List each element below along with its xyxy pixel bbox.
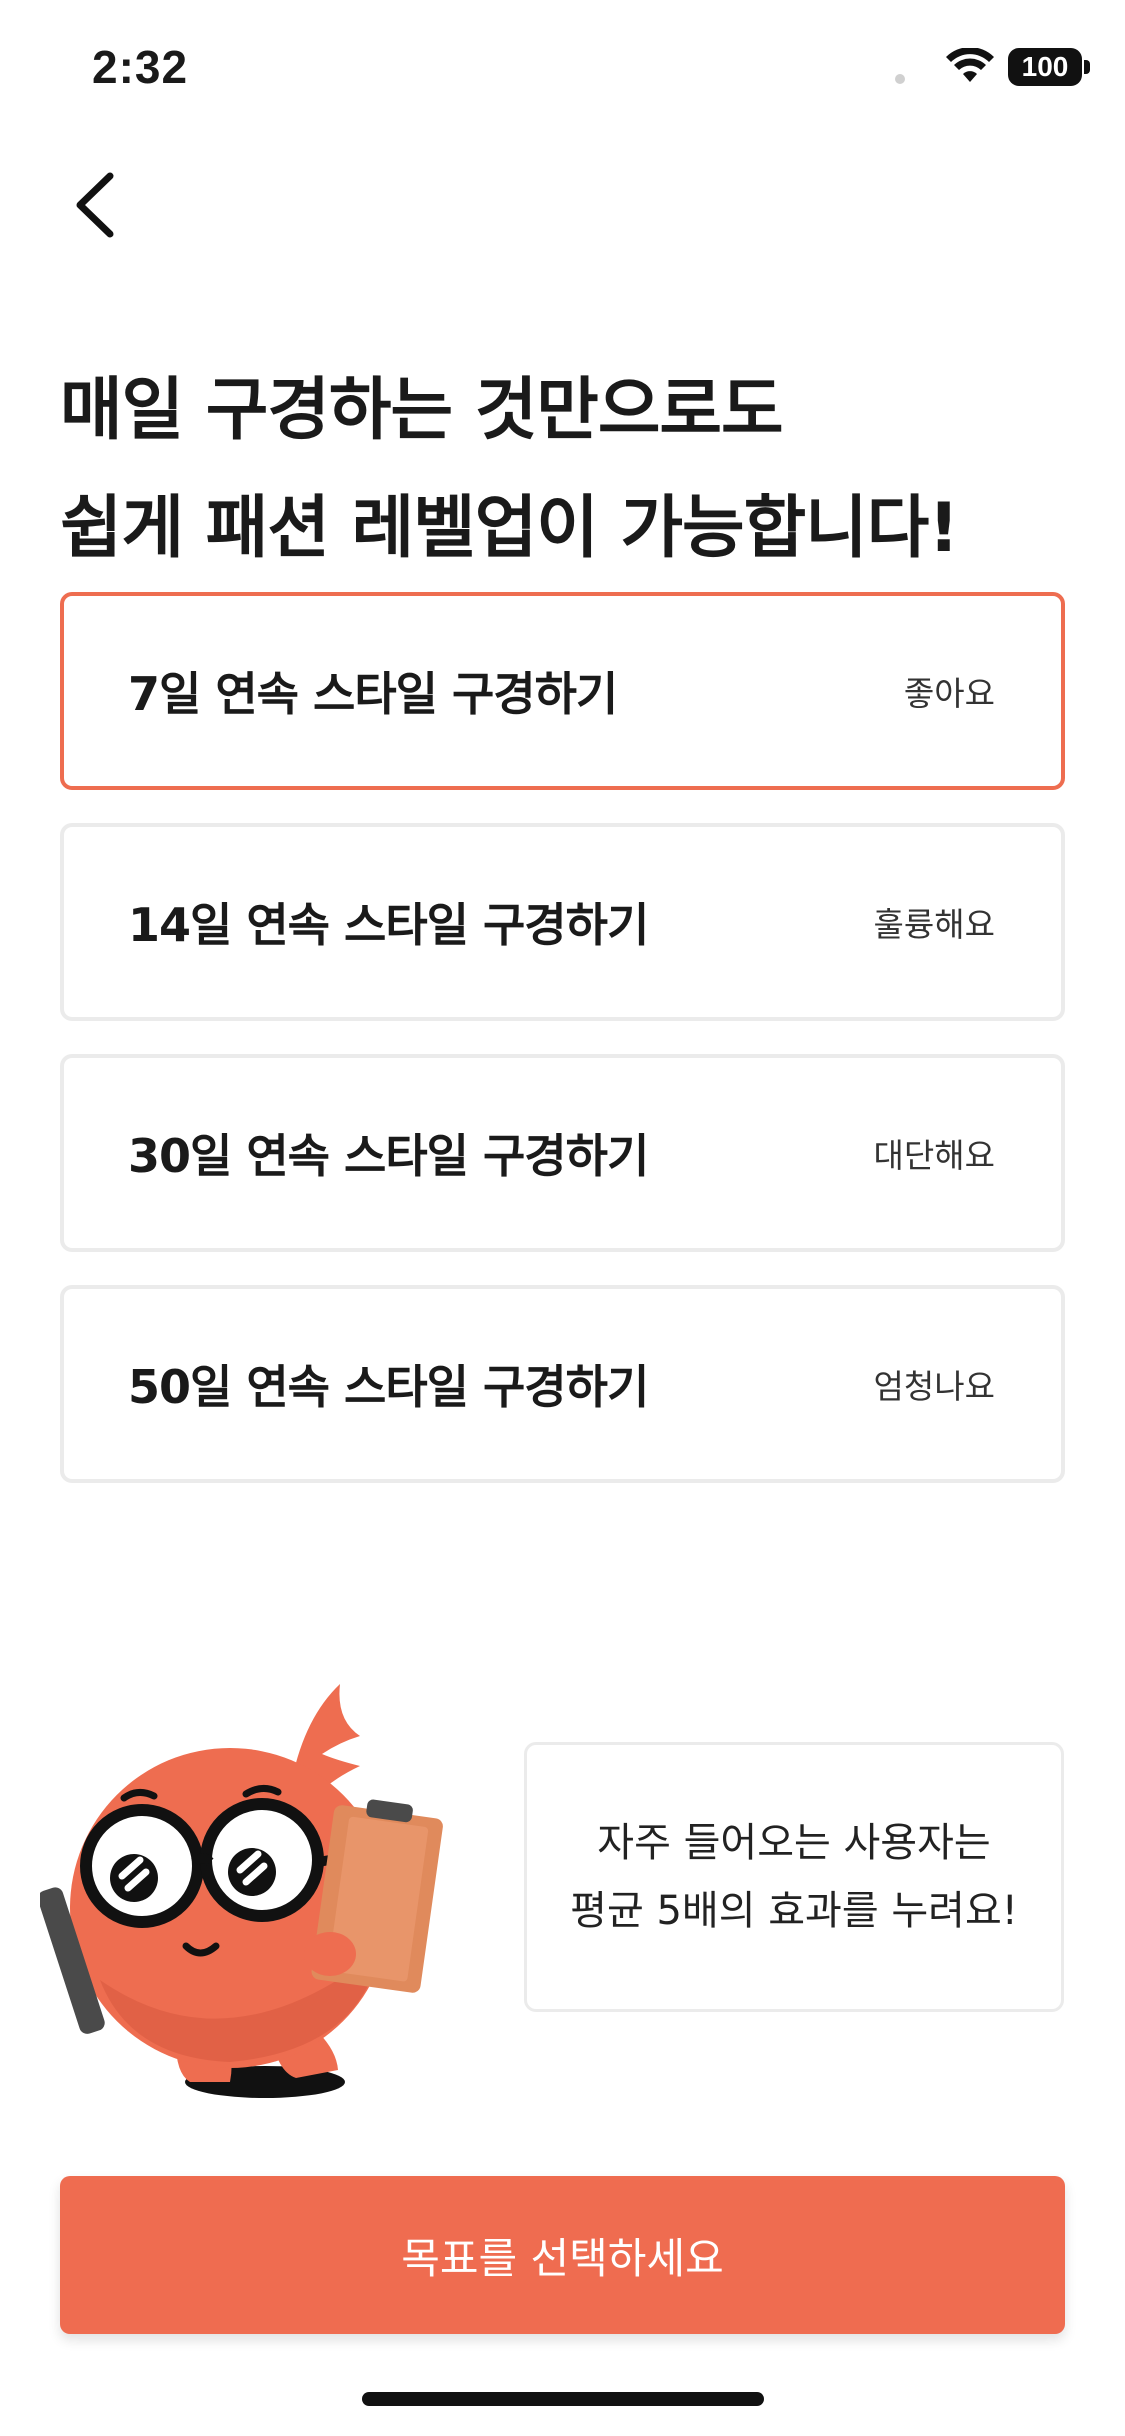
tip-line-2: 평균 5배의 효과를 누려요! [570, 1888, 1018, 1934]
status-bar: 2:32 100 [0, 0, 1125, 140]
status-dot [895, 74, 905, 84]
option-title: 30일 연속 스타일 구경하기 [128, 1129, 649, 1183]
page-title: 매일 구경하는 것만으로도 쉽게 패션 레벨업이 가능합니다! [60, 352, 1070, 588]
option-title: 7일 연속 스타일 구경하기 [128, 667, 618, 721]
wifi-icon [946, 48, 994, 82]
option-tag: 엄청나요 [873, 1367, 995, 1406]
goal-option-30days[interactable]: 30일 연속 스타일 구경하기 대단해요 [60, 1054, 1065, 1252]
battery-nub [1084, 60, 1090, 74]
goal-select-screen: 2:32 100 매일 구경하는 것만으로도 쉽게 패션 레벨업이 가능합니다!… [0, 0, 1125, 2436]
goal-option-14days[interactable]: 14일 연속 스타일 구경하기 훌륭해요 [60, 823, 1065, 1021]
title-line-1: 매일 구경하는 것만으로도 [60, 371, 784, 450]
goal-option-7days[interactable]: 7일 연속 스타일 구경하기 좋아요 [60, 592, 1065, 790]
option-tag: 대단해요 [873, 1136, 995, 1175]
cta-label: 목표를 선택하세요 [401, 2233, 724, 2283]
battery-icon: 100 [1008, 48, 1082, 86]
status-time: 2:32 [92, 41, 189, 93]
mascot-illustration [40, 1684, 443, 2098]
option-title: 14일 연속 스타일 구경하기 [128, 898, 649, 952]
goal-option-50days[interactable]: 50일 연속 스타일 구경하기 엄청나요 [60, 1285, 1065, 1483]
select-goal-button[interactable]: 목표를 선택하세요 [60, 2176, 1065, 2334]
option-title: 50일 연속 스타일 구경하기 [128, 1360, 649, 1414]
option-tag: 좋아요 [903, 674, 995, 713]
battery-level: 100 [1021, 51, 1069, 82]
title-line-2: 쉽게 패션 레벨업이 가능합니다! [60, 489, 959, 568]
option-tag: 훌륭해요 [873, 905, 995, 944]
tip-line-1: 자주 들어오는 사용자는 [597, 1820, 991, 1866]
chevron-left-icon [76, 172, 114, 238]
tip-bubble: 자주 들어오는 사용자는 평균 5배의 효과를 누려요! [524, 1742, 1064, 2012]
home-indicator[interactable] [362, 2392, 764, 2406]
back-button[interactable] [50, 160, 140, 250]
